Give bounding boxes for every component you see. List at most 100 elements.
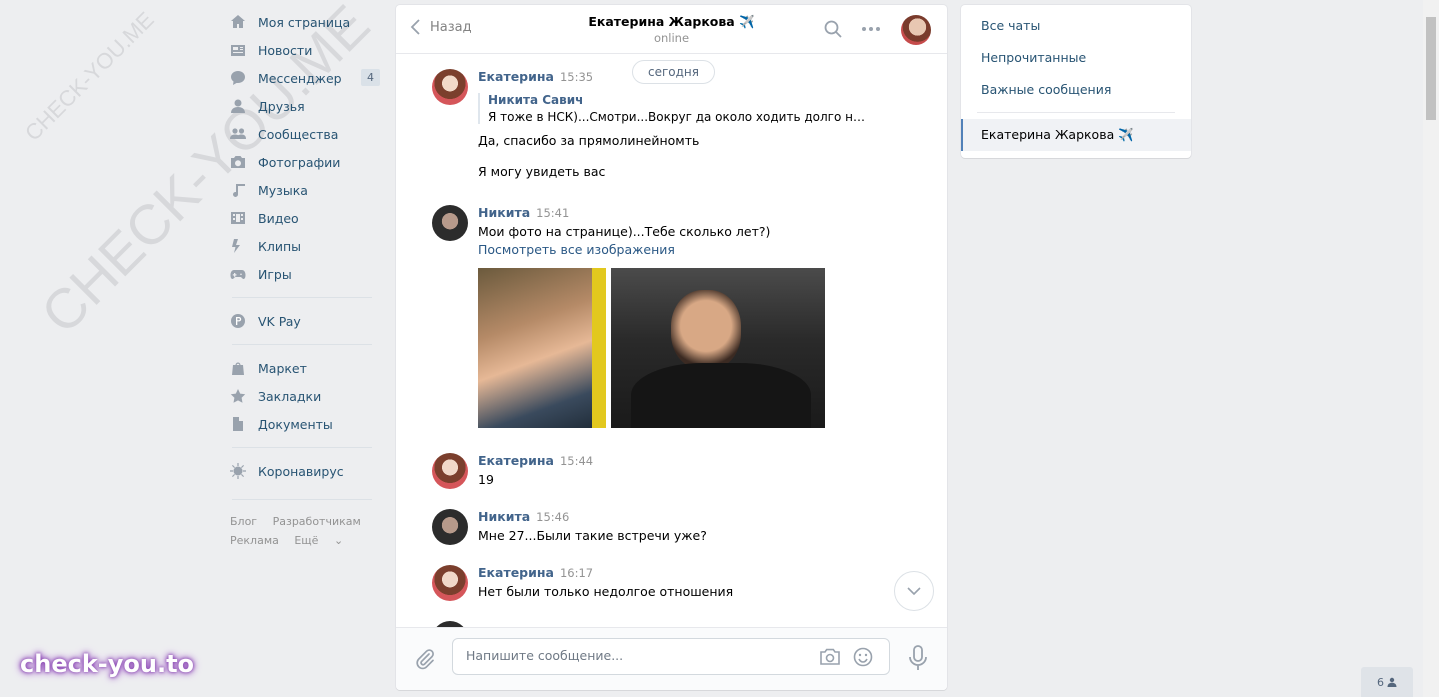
photo-attachments: [478, 268, 912, 428]
message-text: Нет были только недолгое отношения: [478, 584, 734, 599]
nav-label: Клипы: [258, 238, 302, 254]
quote-author[interactable]: Никита Савич: [488, 93, 912, 107]
groups-icon: [230, 126, 246, 142]
message-author[interactable]: Екатерина: [478, 453, 554, 468]
message[interactable]: Никита 15:46 Мне 27...Были такие встречи …: [432, 509, 912, 545]
filter-important[interactable]: Важные сообщения: [961, 74, 1191, 106]
message-author[interactable]: Никита: [478, 509, 530, 524]
message-text: Я могу увидеть вас: [478, 164, 606, 179]
nav-label: Документы: [258, 416, 333, 432]
watermark-small: CHECK-YOU.ME: [20, 6, 159, 146]
quote-text: Я тоже в НСК)...Смотри...Вокруг да около…: [488, 110, 868, 124]
nav-label: VK Pay: [258, 313, 301, 329]
message-history[interactable]: сегодня Екатерина 15:35 Никита Савич Я то…: [396, 55, 947, 627]
photo-attachment[interactable]: [478, 268, 606, 428]
scroll-down-button[interactable]: [894, 571, 934, 611]
nav-label: Закладки: [258, 388, 322, 404]
camera-icon: [230, 154, 246, 170]
chat-header: Назад Екатерина Жаркова ✈️ online: [396, 5, 947, 54]
nav-label: Музыка: [258, 182, 308, 198]
chat-avatar[interactable]: [901, 15, 931, 45]
message[interactable]: Екатерина 15:35 Никита Савич Я тоже в НСК…: [432, 69, 912, 180]
bag-icon: [230, 360, 246, 376]
message-time: 15:35: [559, 70, 594, 84]
forwarded-quote[interactable]: Никита Савич Я тоже в НСК)...Смотри...Во…: [478, 93, 912, 124]
nav-label: Сообщества: [258, 126, 339, 142]
star-icon: [230, 388, 246, 404]
message-text: Мне 27...Были такие встречи уже?: [478, 528, 707, 543]
chevron-down-icon: ⌄: [333, 534, 344, 547]
search-icon[interactable]: [824, 20, 842, 38]
filter-unread[interactable]: Непрочитанные: [961, 42, 1191, 74]
message[interactable]: Никита 15:41 Мои фото на странице)...Тебе…: [432, 205, 912, 428]
message-author[interactable]: Екатерина: [478, 69, 554, 84]
avatar[interactable]: [432, 205, 468, 241]
nav-vkpay[interactable]: VK Pay: [230, 307, 380, 335]
more-icon[interactable]: [861, 20, 881, 38]
nav-label: Коронавирус: [258, 463, 344, 479]
left-nav: Моя страница Новости Мессенджер 4 Друзья…: [230, 8, 380, 550]
message-author[interactable]: Екатерина: [478, 565, 554, 580]
nav-messenger[interactable]: Мессенджер 4: [230, 64, 380, 92]
paperclip-icon[interactable]: [414, 648, 436, 670]
message-input[interactable]: [466, 648, 796, 663]
photo-attachment[interactable]: [611, 268, 825, 428]
document-icon: [230, 416, 246, 432]
message-composer: [396, 627, 947, 690]
message-text: 19: [478, 472, 494, 487]
nav-label: Фотографии: [258, 154, 341, 170]
message[interactable]: Екатерина 16:17 Нет были только недолгое …: [432, 565, 912, 601]
nav-friends[interactable]: Друзья: [230, 92, 380, 120]
nav-news[interactable]: Новости: [230, 36, 380, 64]
nav-groups[interactable]: Сообщества: [230, 120, 380, 148]
nav-label: Новости: [258, 42, 313, 58]
avatar[interactable]: [432, 453, 468, 489]
page-scrollbar[interactable]: [1423, 0, 1439, 697]
active-chat-item[interactable]: Екатерина Жаркова ✈️: [961, 119, 1191, 151]
virus-icon: [230, 463, 246, 479]
nav-coronavirus[interactable]: Коронавирус: [230, 457, 380, 485]
watermark-brand: check-you.to: [20, 650, 195, 678]
message[interactable]: Екатерина 15:44 19: [432, 453, 912, 489]
footer-more-link[interactable]: Ещё ⌄: [294, 534, 355, 547]
emoji-icon[interactable]: [853, 647, 873, 667]
footer-dev-link[interactable]: Разработчикам: [273, 515, 361, 528]
chat-filters-panel: Все чаты Непрочитанные Важные сообщения …: [961, 5, 1191, 158]
online-count: 6: [1377, 675, 1384, 689]
message-input-box: [452, 638, 890, 675]
footer-ads-link[interactable]: Реклама: [230, 534, 279, 547]
chevron-down-icon: [907, 587, 921, 595]
nav-video[interactable]: Видео: [230, 204, 380, 232]
clips-icon: [230, 238, 246, 254]
filter-all-chats[interactable]: Все чаты: [961, 10, 1191, 42]
microphone-icon[interactable]: [908, 645, 928, 671]
nav-label: Мессенджер: [258, 70, 342, 86]
nav-documents[interactable]: Документы: [230, 410, 380, 438]
message-author[interactable]: Никита: [478, 205, 530, 220]
scrollbar-thumb[interactable]: [1426, 17, 1436, 120]
avatar[interactable]: [432, 69, 468, 105]
news-icon: [230, 42, 246, 58]
message-text: Мои фото на странице)...Тебе сколько лет…: [478, 224, 771, 239]
nav-market[interactable]: Маркет: [230, 354, 380, 382]
avatar[interactable]: [432, 509, 468, 545]
chat-window: Назад Екатерина Жаркова ✈️ online сегодн…: [396, 5, 947, 690]
video-icon: [230, 210, 246, 226]
nav-photos[interactable]: Фотографии: [230, 148, 380, 176]
camera-icon[interactable]: [819, 648, 841, 666]
unread-badge: 4: [361, 69, 380, 86]
nav-bookmarks[interactable]: Закладки: [230, 382, 380, 410]
online-friends-button[interactable]: 6: [1361, 667, 1413, 697]
messenger-icon: [230, 70, 246, 86]
nav-label: Друзья: [258, 98, 305, 114]
person-icon: [1387, 677, 1397, 687]
panel-divider: [977, 112, 1175, 113]
nav-games[interactable]: Игры: [230, 260, 380, 288]
gamepad-icon: [230, 266, 246, 282]
avatar[interactable]: [432, 565, 468, 601]
nav-my-page[interactable]: Моя страница: [230, 8, 380, 36]
view-all-images-link[interactable]: Посмотреть все изображения: [478, 242, 912, 257]
footer-blog-link[interactable]: Блог: [230, 515, 257, 528]
nav-clips[interactable]: Клипы: [230, 232, 380, 260]
nav-music[interactable]: Музыка: [230, 176, 380, 204]
